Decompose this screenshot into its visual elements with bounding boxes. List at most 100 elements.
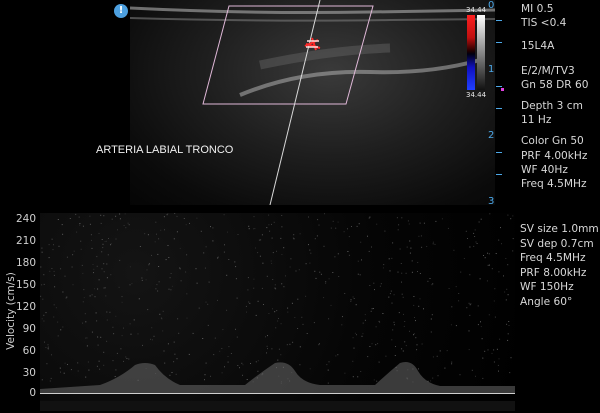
- noise-speck: [51, 268, 53, 269]
- noise-speck: [200, 230, 202, 232]
- noise-speck: [103, 364, 105, 366]
- noise-speck: [468, 349, 470, 351]
- param-prf: PRF 4.00kHz: [521, 149, 588, 162]
- noise-speck: [293, 234, 295, 236]
- noise-speck: [271, 237, 273, 239]
- noise-speck: [437, 375, 439, 377]
- noise-speck: [91, 294, 93, 296]
- noise-speck: [272, 252, 274, 254]
- depth-mark: 2: [488, 130, 495, 141]
- noise-speck: [212, 240, 214, 242]
- tissue-echo: [259, 43, 391, 70]
- noise-speck: [268, 224, 270, 226]
- noise-speck: [164, 229, 165, 231]
- vessel-annotation: ARTERIA LABIAL TRONCO: [96, 144, 234, 156]
- noise-speck: [154, 241, 156, 243]
- noise-speck: [167, 343, 169, 345]
- noise-speck: [158, 281, 160, 283]
- noise-speck: [358, 223, 360, 225]
- noise-speck: [259, 255, 261, 257]
- noise-speck: [62, 326, 64, 328]
- noise-speck: [89, 223, 91, 225]
- noise-speck: [371, 246, 372, 248]
- doppler-noise: [40, 213, 514, 384]
- noise-speck: [103, 263, 105, 265]
- noise-speck: [352, 296, 354, 298]
- noise-speck: [512, 215, 514, 217]
- noise-speck: [103, 215, 105, 217]
- noise-speck: [393, 294, 395, 296]
- noise-speck: [292, 341, 294, 343]
- param-preset: E/2/M/TV3: [521, 64, 575, 77]
- noise-speck: [297, 328, 299, 329]
- noise-speck: [103, 271, 105, 273]
- noise-speck: [337, 253, 339, 255]
- depth-mark: 0: [488, 0, 495, 11]
- noise-speck: [409, 240, 411, 242]
- noise-speck: [80, 240, 82, 242]
- noise-speck: [415, 337, 417, 339]
- noise-speck: [501, 243, 502, 245]
- noise-speck: [110, 243, 112, 245]
- param-framerate: 11 Hz: [521, 114, 552, 127]
- noise-speck: [101, 239, 103, 240]
- noise-speck: [186, 293, 188, 295]
- noise-speck: [274, 311, 276, 313]
- noise-speck: [48, 257, 50, 259]
- noise-speck: [484, 350, 486, 352]
- noise-speck: [323, 245, 325, 247]
- noise-speck: [115, 315, 117, 317]
- noise-speck: [405, 345, 407, 347]
- noise-speck: [205, 301, 207, 303]
- noise-speck: [297, 298, 299, 300]
- noise-speck: [261, 287, 263, 289]
- noise-speck: [347, 251, 349, 252]
- noise-speck: [183, 218, 185, 219]
- noise-speck: [78, 216, 80, 218]
- noise-speck: [494, 288, 496, 290]
- noise-speck: [357, 273, 359, 275]
- noise-speck: [155, 221, 157, 223]
- noise-speck: [98, 233, 100, 234]
- noise-speck: [484, 257, 486, 259]
- noise-speck: [79, 224, 81, 226]
- noise-speck: [257, 300, 259, 302]
- noise-speck: [342, 316, 343, 318]
- noise-speck: [41, 251, 43, 253]
- noise-speck: [235, 328, 236, 330]
- noise-speck: [42, 298, 44, 300]
- noise-speck: [473, 232, 475, 234]
- noise-speck: [434, 243, 436, 245]
- noise-speck: [103, 351, 105, 353]
- info-icon[interactable]: !: [114, 4, 128, 18]
- noise-speck: [57, 219, 59, 220]
- noise-speck: [222, 329, 224, 331]
- noise-speck: [273, 221, 275, 223]
- doppler-cursor-line[interactable]: [269, 0, 321, 205]
- noise-speck: [417, 271, 418, 272]
- noise-speck: [246, 311, 247, 313]
- noise-speck: [165, 259, 167, 261]
- tissue-layer: [130, 17, 495, 22]
- noise-speck: [406, 246, 408, 248]
- noise-speck: [476, 243, 478, 244]
- noise-speck: [367, 356, 369, 358]
- noise-speck: [168, 288, 170, 290]
- noise-speck: [341, 324, 343, 326]
- noise-speck: [268, 313, 270, 314]
- noise-speck: [82, 272, 84, 274]
- noise-speck: [432, 377, 434, 379]
- noise-speck: [353, 298, 355, 299]
- noise-speck: [127, 222, 129, 224]
- noise-speck: [489, 264, 490, 266]
- noise-speck: [271, 262, 273, 264]
- noise-speck: [213, 354, 215, 356]
- noise-speck: [357, 376, 359, 378]
- param-doppler-wf: WF 150Hz: [520, 281, 574, 293]
- noise-speck: [370, 310, 372, 312]
- noise-speck: [168, 257, 170, 258]
- noise-speck: [439, 350, 441, 352]
- noise-speck: [468, 330, 470, 332]
- noise-speck: [158, 238, 160, 240]
- noise-speck: [66, 256, 68, 258]
